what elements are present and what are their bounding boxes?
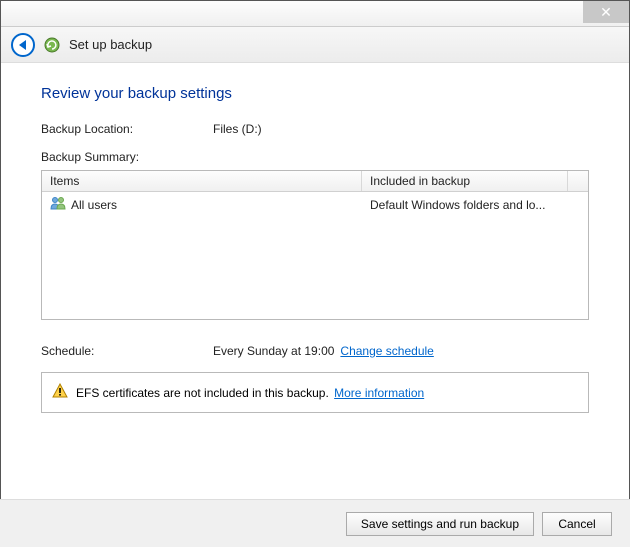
- schedule-row: Schedule: Every Sunday at 19:00 Change s…: [41, 344, 589, 358]
- warning-message: EFS certificates are not included in thi…: [76, 386, 329, 400]
- schedule-label: Schedule:: [41, 344, 213, 358]
- page-heading: Review your backup settings: [41, 85, 589, 102]
- schedule-value: Every Sunday at 19:00: [213, 344, 334, 358]
- backup-icon: [43, 36, 61, 54]
- header: Set up backup: [1, 27, 629, 63]
- cancel-button[interactable]: Cancel: [542, 512, 612, 536]
- cell-item: All users: [42, 192, 362, 217]
- col-items[interactable]: Items: [42, 171, 362, 191]
- warning-box: EFS certificates are not included in thi…: [41, 372, 589, 413]
- backup-location-value: Files (D:): [213, 122, 262, 136]
- backup-summary-label: Backup Summary:: [41, 150, 139, 164]
- close-button[interactable]: ✕: [583, 1, 629, 23]
- cell-item-text: All users: [71, 198, 117, 212]
- back-arrow-icon: [19, 40, 26, 50]
- table-row[interactable]: All users Default Windows folders and lo…: [42, 192, 588, 217]
- cell-included: Default Windows folders and lo...: [362, 192, 588, 217]
- footer: Save settings and run backup Cancel: [0, 499, 630, 547]
- content: Review your backup settings Backup Locat…: [1, 63, 629, 423]
- users-icon: [50, 195, 66, 214]
- col-spacer: [568, 171, 588, 191]
- titlebar: ✕: [1, 1, 629, 27]
- table-header: Items Included in backup: [42, 171, 588, 192]
- backup-location-row: Backup Location: Files (D:): [41, 122, 589, 136]
- col-included[interactable]: Included in backup: [362, 171, 568, 191]
- warning-icon: [52, 383, 68, 402]
- backup-summary-label-row: Backup Summary:: [41, 150, 589, 164]
- back-button[interactable]: [11, 33, 35, 57]
- backup-location-label: Backup Location:: [41, 122, 213, 136]
- change-schedule-link[interactable]: Change schedule: [340, 344, 433, 358]
- warning-text: EFS certificates are not included in thi…: [76, 386, 424, 400]
- more-info-link[interactable]: More information: [334, 386, 424, 400]
- summary-table: Items Included in backup All users Defau…: [41, 170, 589, 320]
- window-title: Set up backup: [69, 37, 152, 52]
- close-icon: ✕: [600, 4, 612, 21]
- save-run-button[interactable]: Save settings and run backup: [346, 512, 534, 536]
